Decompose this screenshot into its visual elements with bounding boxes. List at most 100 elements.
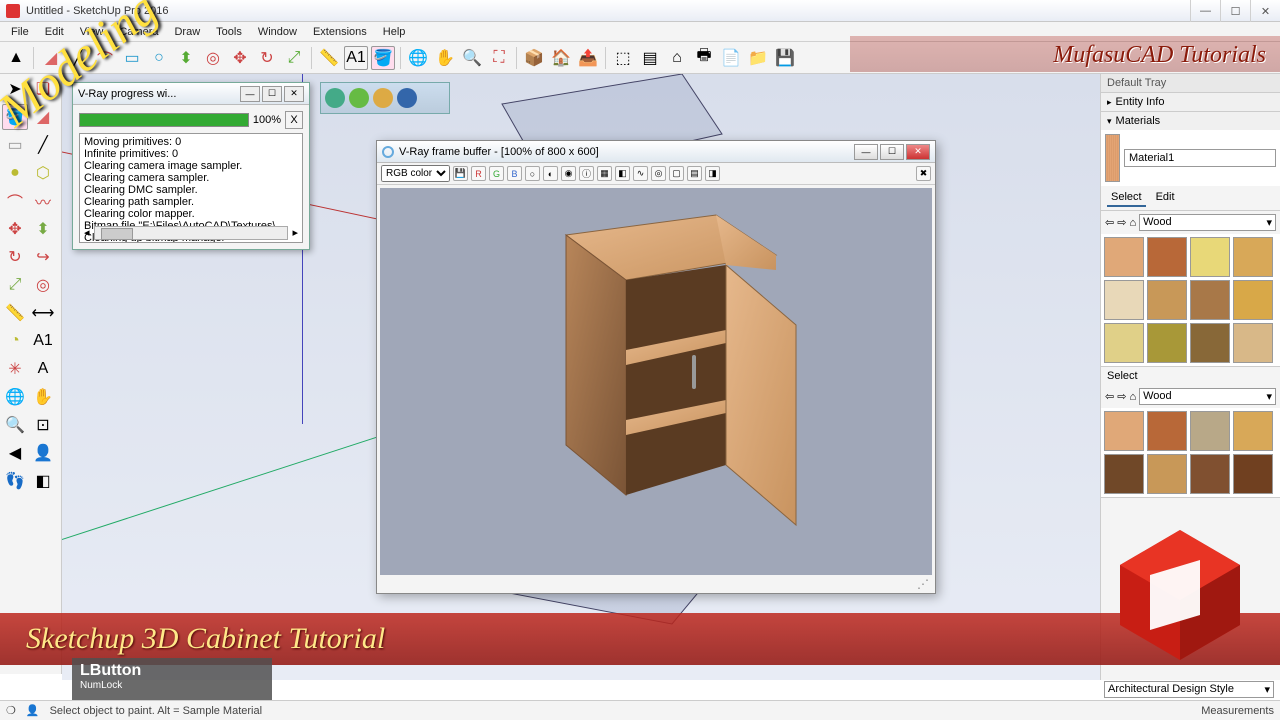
materials-header[interactable]: Materials — [1101, 112, 1280, 130]
warehouse-icon[interactable]: 📦 — [522, 46, 546, 70]
previous-icon[interactable]: ◀ — [2, 440, 28, 466]
nav-home2-icon[interactable]: ⌂ — [1129, 391, 1136, 403]
material-swatch[interactable] — [1147, 454, 1187, 494]
zoom2-icon[interactable]: 🔍 — [2, 412, 28, 438]
ext-icon[interactable]: ⬚ — [611, 46, 635, 70]
menu-help[interactable]: Help — [376, 24, 413, 40]
material-name-input[interactable] — [1124, 149, 1276, 167]
open-icon[interactable]: 📁 — [746, 46, 770, 70]
material-swatch[interactable] — [1190, 237, 1230, 277]
material-swatch[interactable] — [1104, 454, 1144, 494]
progress-close-button[interactable]: ✕ — [284, 86, 304, 102]
menu-tools[interactable]: Tools — [209, 24, 249, 40]
outliner-icon[interactable]: ⌂ — [665, 46, 689, 70]
menu-file[interactable]: File — [4, 24, 36, 40]
render-canvas[interactable] — [380, 188, 932, 575]
pan-icon[interactable]: ✋ — [433, 46, 457, 70]
collection-dropdown[interactable]: Wood▾ — [1139, 214, 1276, 231]
minimize-button[interactable]: — — [1190, 0, 1220, 22]
orbit-icon[interactable]: 🌐 — [406, 46, 430, 70]
vfb-r-button[interactable]: R — [471, 166, 486, 181]
pushpull2-icon[interactable]: ⬍ — [30, 216, 56, 242]
nav-fwd-icon[interactable]: ⇨ — [1117, 216, 1126, 229]
tab-edit[interactable]: Edit — [1152, 189, 1179, 207]
pan2-icon[interactable]: ✋ — [30, 384, 56, 410]
print-icon[interactable]: 🖶 — [692, 46, 716, 70]
vfb-mono-icon[interactable]: ○ — [525, 166, 540, 181]
freehand-icon[interactable]: 〰 — [30, 188, 56, 214]
material-swatch[interactable] — [1233, 411, 1273, 451]
vfb-info-icon[interactable]: ⓘ — [579, 166, 594, 181]
rotate-icon[interactable]: ↻ — [255, 46, 279, 70]
material-swatch[interactable] — [1104, 411, 1144, 451]
material-swatch[interactable] — [1190, 323, 1230, 363]
new-icon[interactable]: 📄 — [719, 46, 743, 70]
tape-icon[interactable]: 📏 — [317, 46, 341, 70]
pushpull-icon[interactable]: ⬍ — [174, 46, 198, 70]
vfb-resize-handle[interactable]: ⋰ — [917, 577, 929, 591]
paint-icon[interactable]: 🪣 — [371, 46, 395, 70]
section-icon[interactable]: ◧ — [30, 468, 56, 494]
vfb-cc-icon[interactable]: ◧ — [615, 166, 630, 181]
style-dropdown[interactable]: Architectural Design Style▾ — [1104, 681, 1274, 698]
geo-icon[interactable]: ❍ — [6, 704, 16, 717]
followme-icon[interactable]: ↪ — [30, 244, 56, 270]
vfb-max-button[interactable]: ☐ — [880, 144, 904, 160]
offset2-icon[interactable]: ◎ — [30, 272, 56, 298]
collection2-dropdown[interactable]: Wood▾ — [1139, 388, 1276, 405]
material-swatch[interactable] — [1190, 411, 1230, 451]
vfb-b-button[interactable]: B — [507, 166, 522, 181]
scale2-icon[interactable]: ⤢ — [2, 272, 28, 298]
material-swatch[interactable] — [1104, 323, 1144, 363]
material-swatch[interactable] — [1104, 237, 1144, 277]
text-icon[interactable]: A1 — [344, 46, 368, 70]
scale-icon[interactable]: ⤢ — [282, 46, 306, 70]
log-scrollbar[interactable]: ◂▸ — [84, 226, 298, 240]
progress-min-button[interactable]: — — [240, 86, 260, 102]
layers-icon[interactable]: ▤ — [638, 46, 662, 70]
text2-icon[interactable]: A1 — [30, 328, 56, 354]
vray-render-icon[interactable] — [325, 88, 345, 108]
vfb-g-button[interactable]: G — [489, 166, 504, 181]
circle2-icon[interactable]: ● — [2, 160, 28, 186]
save-icon[interactable]: 💾 — [773, 46, 797, 70]
material-swatch[interactable] — [1147, 237, 1187, 277]
zoom-icon[interactable]: 🔍 — [460, 46, 484, 70]
material-swatch[interactable] — [1104, 280, 1144, 320]
line2-icon[interactable]: ╱ — [30, 132, 56, 158]
vfb-curve-icon[interactable]: ∿ — [633, 166, 648, 181]
material-swatch[interactable] — [1233, 280, 1273, 320]
move2-icon[interactable]: ✥ — [2, 216, 28, 242]
component-icon[interactable]: 🏠 — [549, 46, 573, 70]
nav-home-icon[interactable]: ⌂ — [1129, 217, 1136, 229]
channel-dropdown[interactable]: RGB color — [381, 165, 450, 182]
orbit2-icon[interactable]: 🌐 — [2, 384, 28, 410]
vfb-lens-icon[interactable]: ◎ — [651, 166, 666, 181]
vray-help-icon[interactable] — [397, 88, 417, 108]
vfb-min-button[interactable]: — — [854, 144, 878, 160]
render-log[interactable]: Moving primitives: 0Infinite primitives:… — [79, 133, 303, 243]
share-icon[interactable]: 📤 — [576, 46, 600, 70]
vray-toolbar[interactable] — [320, 82, 450, 114]
vfb-compare-icon[interactable]: ◨ — [705, 166, 720, 181]
rotate2-icon[interactable]: ↻ — [2, 244, 28, 270]
material-swatch[interactable] — [1233, 237, 1273, 277]
walk-icon[interactable]: 👣 — [2, 468, 28, 494]
position-camera-icon[interactable]: 👤 — [30, 440, 56, 466]
material-swatch[interactable] — [1147, 411, 1187, 451]
nav-back2-icon[interactable]: ⇦ — [1105, 390, 1114, 403]
menu-extensions[interactable]: Extensions — [306, 24, 374, 40]
vfb-close-button[interactable]: ✕ — [906, 144, 930, 160]
tab-select[interactable]: Select — [1107, 189, 1146, 207]
progress-cancel-button[interactable]: X — [285, 111, 303, 129]
zoomwin-icon[interactable]: ⊡ — [30, 412, 56, 438]
dimension-icon[interactable]: ⟷ — [30, 300, 56, 326]
menu-draw[interactable]: Draw — [167, 24, 207, 40]
arc2-icon[interactable]: ⌒ — [2, 188, 28, 214]
vfb-pixel-icon[interactable]: ▦ — [597, 166, 612, 181]
nav-fwd2-icon[interactable]: ⇨ — [1117, 390, 1126, 403]
menu-window[interactable]: Window — [251, 24, 304, 40]
material-swatch[interactable] — [1190, 454, 1230, 494]
vray-options-icon[interactable] — [373, 88, 393, 108]
progress-max-button[interactable]: ☐ — [262, 86, 282, 102]
